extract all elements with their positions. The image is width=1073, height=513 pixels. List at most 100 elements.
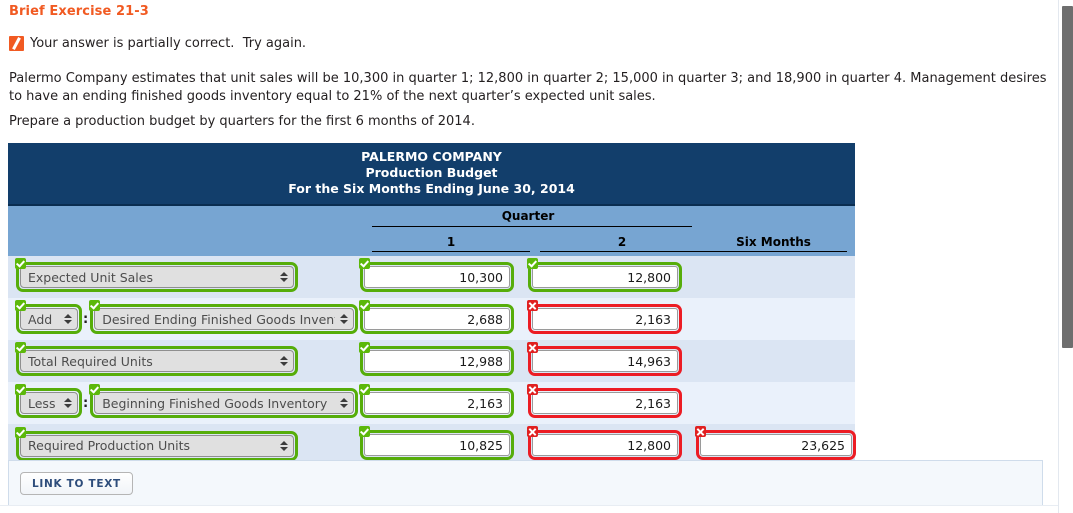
row-4-q1-field[interactable] — [359, 426, 514, 460]
row-1-q1-cell — [359, 298, 528, 340]
row-0-q1-field[interactable] — [359, 258, 514, 292]
row-1-q2-field[interactable] — [527, 300, 682, 334]
row-label-cell: Total Required Units — [8, 340, 360, 382]
row-4-q2-field[interactable] — [527, 426, 682, 460]
row-4-label-field[interactable]: Required Production Units — [15, 426, 298, 461]
column-header-q1: 1 — [372, 235, 530, 252]
row-label-cell: Expected Unit Sales — [8, 256, 360, 298]
row-3-q2-input[interactable] — [532, 392, 678, 414]
row-2-label-select[interactable]: Total Required Units — [20, 350, 294, 372]
row-3-label-select-wrap[interactable]: Beginning Finished Goods Inventory — [94, 392, 355, 414]
row-2-q1-input[interactable] — [364, 350, 510, 372]
row-4-q2-input[interactable] — [532, 434, 678, 456]
row-3-label-select[interactable]: Beginning Finished Goods Inventory — [94, 392, 355, 414]
row-3-operator-select[interactable]: Less — [20, 392, 78, 414]
table-row: Add : Desired Ending Finished Goods Inve… — [8, 298, 856, 340]
bottom-divider — [0, 505, 1059, 513]
row-2-q2-field[interactable] — [527, 342, 682, 376]
valid-check-icon — [359, 300, 370, 311]
row-3-operator-field[interactable]: Less — [15, 384, 82, 418]
exercise-page: Brief Exercise 21-3 Your answer is parti… — [0, 0, 1059, 513]
valid-check-icon — [359, 342, 370, 353]
quarter-group-rule — [372, 226, 692, 227]
row-2-q1-cell — [359, 340, 528, 382]
row-3-label-field[interactable]: Beginning Finished Goods Inventory — [89, 384, 359, 418]
row-3-q2-field[interactable] — [527, 384, 682, 418]
row-0-label-select[interactable]: Expected Unit Sales — [20, 266, 294, 288]
invalid-x-icon — [527, 384, 538, 395]
six-months-rule — [700, 251, 848, 252]
row-1-separator: : — [83, 311, 89, 327]
link-to-text-panel: LINK TO TEXT — [8, 460, 1043, 506]
row-2-label-select-wrap[interactable]: Total Required Units — [20, 350, 294, 372]
row-label-cell: Less : Beginning Finished Goods Inventor… — [8, 382, 360, 424]
blank-header-cell — [8, 205, 360, 256]
column-header-q2-label: 2 — [617, 235, 627, 249]
row-label-cell: Add : Desired Ending Finished Goods Inve… — [8, 298, 360, 340]
row-3-q1-field[interactable] — [359, 384, 514, 418]
row-1-q2-cell — [527, 298, 696, 340]
column-header-row: Quarter 1 2 Six Months — [8, 205, 856, 256]
problem-statement: Palermo Company estimates that unit sale… — [9, 71, 1047, 104]
row-0-q2-input[interactable] — [532, 266, 678, 288]
row-0-q2-field[interactable] — [527, 258, 682, 292]
link-to-text-button[interactable]: LINK TO TEXT — [20, 472, 133, 495]
row-2-q2-cell — [527, 340, 696, 382]
valid-check-icon — [89, 384, 101, 395]
valid-check-icon — [15, 384, 26, 395]
table-row: Less : Beginning Finished Goods Inventor… — [8, 382, 856, 424]
valid-check-icon — [15, 426, 26, 438]
row-1-operator-select[interactable]: Add — [20, 308, 78, 330]
row-1-q2-input[interactable] — [532, 308, 678, 330]
row-0-q1-cell — [359, 256, 528, 298]
table-title-row: PALERMO COMPANY Production Budget For th… — [8, 143, 856, 206]
row-1-q1-field[interactable] — [359, 300, 514, 334]
row-1-label-select-wrap[interactable]: Desired Ending Finished Goods Inventory — [94, 308, 355, 330]
six-months-header: Six Months — [696, 205, 856, 256]
row-4-six-field[interactable] — [695, 426, 856, 460]
six-months-header-label: Six Months — [736, 235, 811, 249]
row-0-six-cell — [696, 256, 856, 298]
row-2-label-field[interactable]: Total Required Units — [15, 342, 298, 376]
valid-check-icon — [89, 300, 101, 311]
row-4-label-select-wrap[interactable]: Required Production Units — [20, 434, 294, 457]
vertical-scrollbar[interactable] — [1058, 0, 1073, 513]
row-4-q1-input[interactable] — [364, 434, 510, 456]
scrollbar-thumb[interactable] — [1062, 6, 1073, 348]
row-2-q1-field[interactable] — [359, 342, 514, 376]
invalid-x-icon — [527, 342, 538, 353]
table-row: Expected Unit Sales — [8, 256, 856, 298]
row-2-six-cell — [696, 340, 856, 382]
partial-correct-icon — [9, 36, 24, 51]
row-2-q2-input[interactable] — [532, 350, 678, 372]
six-months-header-label-wrap: Six Months — [700, 235, 848, 252]
row-1-q1-input[interactable] — [364, 308, 510, 330]
row-1-operator-select-wrap[interactable]: Add — [20, 308, 78, 330]
valid-check-icon — [527, 258, 538, 269]
production-budget-table: PALERMO COMPANY Production Budget For th… — [8, 143, 856, 468]
row-3-six-cell — [696, 382, 856, 424]
valid-check-icon — [359, 426, 370, 437]
row-1-label-select[interactable]: Desired Ending Finished Goods Inventory — [94, 308, 355, 330]
row-3-operator-select-wrap[interactable]: Less — [20, 392, 78, 414]
q1-rule — [372, 251, 530, 252]
row-3-separator: : — [83, 395, 89, 411]
row-3-q1-input[interactable] — [364, 392, 510, 414]
row-3-q1-cell — [359, 382, 528, 424]
row-1-operator-field[interactable]: Add — [15, 300, 82, 334]
row-0-label-select-wrap[interactable]: Expected Unit Sales — [20, 266, 294, 288]
row-0-q2-cell — [527, 256, 696, 298]
row-4-label-select[interactable]: Required Production Units — [20, 434, 294, 457]
quarter-group-header: Quarter 1 2 — [360, 205, 704, 256]
row-0-q1-input[interactable] — [364, 266, 510, 288]
quarter-group-label: Quarter — [501, 209, 555, 223]
task-instruction: Prepare a production budget by quarters … — [9, 114, 475, 129]
row-1-six-cell — [696, 298, 856, 340]
valid-check-icon — [359, 384, 370, 395]
row-1-label-field[interactable]: Desired Ending Finished Goods Inventory — [89, 300, 359, 334]
table-row: Total Required Units — [8, 340, 856, 382]
row-0-label-field[interactable]: Expected Unit Sales — [15, 258, 298, 292]
status-text: Your answer is partially correct. Try ag… — [30, 36, 307, 51]
row-4-six-input[interactable] — [700, 434, 852, 456]
status-message: Your answer is partially correct. Try ag… — [9, 36, 306, 51]
